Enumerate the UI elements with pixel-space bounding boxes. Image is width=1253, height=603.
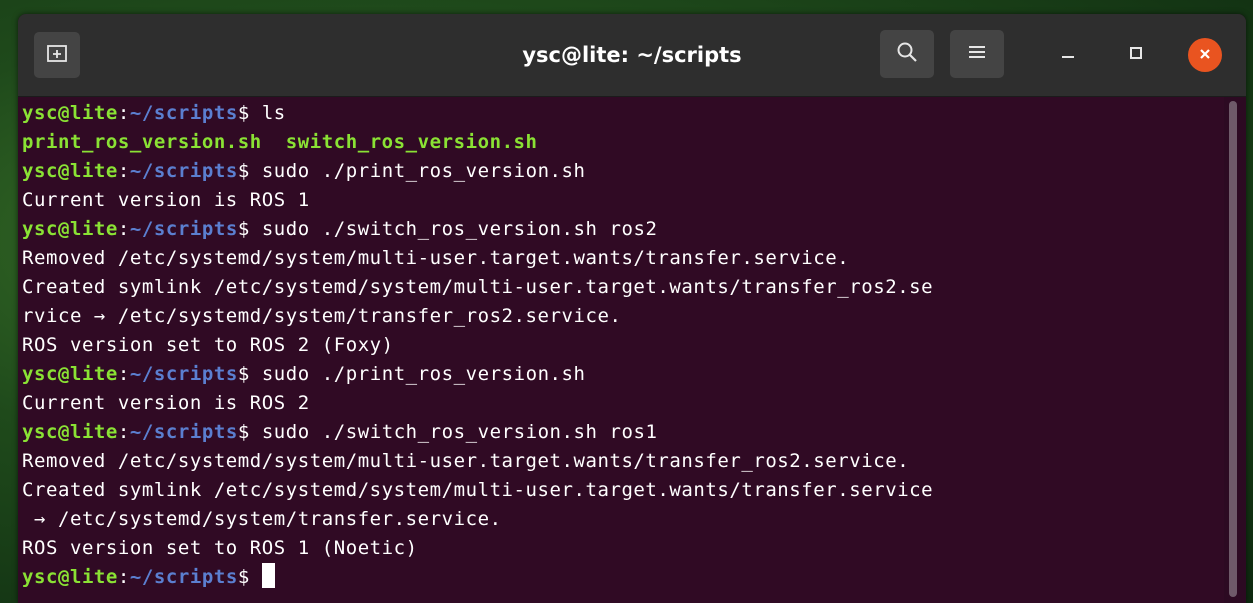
prompt-colon: : (117, 363, 130, 385)
hamburger-menu-icon (968, 44, 986, 64)
minimize-icon (1061, 45, 1075, 64)
output-line: ROS version set to ROS 1 (Noetic) (22, 537, 418, 559)
prompt-line: ysc@lite:~/scripts$ sudo ./print_ros_ver… (22, 360, 1224, 389)
prompt-user-host: ysc@lite (22, 566, 118, 588)
output-line: ROS version set to ROS 2 (Foxy) (22, 334, 394, 356)
prompt-colon: : (117, 160, 130, 182)
command-text: sudo ./print_ros_version.sh (249, 160, 586, 182)
file-list-line: print_ros_version.sh switch_ros_version.… (22, 128, 1224, 157)
output-line: Created symlink /etc/systemd/system/mult… (22, 276, 934, 298)
title-bar[interactable]: ysc@lite: ~/scripts (18, 14, 1246, 97)
prompt-line: ysc@lite:~/scripts$ sudo ./print_ros_ver… (22, 157, 1224, 186)
file-name: switch_ros_version.sh (285, 131, 538, 153)
command-text: sudo ./switch_ros_version.sh ros1 (249, 421, 658, 443)
prompt-dollar: $ (237, 102, 250, 124)
file-name: print_ros_version.sh (22, 131, 262, 153)
output-line: Removed /etc/systemd/system/multi-user.t… (22, 450, 910, 472)
prompt-dollar: $ (237, 421, 250, 443)
close-icon (1198, 46, 1212, 65)
prompt-line: ysc@lite:~/scripts$ sudo ./switch_ros_ve… (22, 418, 1224, 447)
prompt-line: ysc@lite:~/scripts$ (22, 563, 1224, 592)
search-icon (896, 41, 918, 67)
prompt-line: ysc@lite:~/scripts$ sudo ./switch_ros_ve… (22, 215, 1224, 244)
prompt-dollar: $ (237, 160, 250, 182)
output-line: rvice → /etc/systemd/system/transfer_ros… (22, 305, 622, 327)
output-line: → /etc/systemd/system/transfer.service. (22, 508, 502, 530)
text-cursor (261, 563, 275, 588)
output-line: Created symlink /etc/systemd/system/mult… (22, 479, 934, 501)
command-text: sudo ./switch_ros_version.sh ros2 (249, 218, 658, 240)
prompt-path: ~/scripts (129, 566, 238, 588)
prompt-user-host: ysc@lite (22, 160, 118, 182)
prompt-path: ~/scripts (129, 363, 238, 385)
output-line: Removed /etc/systemd/system/multi-user.t… (22, 247, 850, 269)
terminal-window: ysc@lite: ~/scripts ysc@lite:~/scripts$ … (18, 14, 1246, 603)
command-text: ls (249, 102, 286, 124)
command-text (250, 566, 262, 588)
output-line: Current version is ROS 2 (22, 392, 310, 414)
search-button[interactable] (880, 30, 934, 78)
prompt-dollar: $ (237, 566, 250, 588)
prompt-path: ~/scripts (129, 421, 238, 443)
close-button[interactable] (1188, 38, 1222, 72)
prompt-path: ~/scripts (129, 160, 238, 182)
prompt-user-host: ysc@lite (22, 421, 118, 443)
terminal-output[interactable]: ysc@lite:~/scripts$ ls print_ros_version.… (18, 97, 1224, 603)
prompt-dollar: $ (237, 363, 250, 385)
menu-button[interactable] (950, 30, 1004, 78)
maximize-button[interactable] (1116, 34, 1156, 74)
scrollbar[interactable] (1224, 97, 1246, 603)
prompt-user-host: ysc@lite (22, 363, 118, 385)
prompt-path: ~/scripts (129, 218, 238, 240)
prompt-path: ~/scripts (129, 102, 238, 124)
prompt-user-host: ysc@lite (22, 102, 118, 124)
new-tab-icon (46, 43, 68, 67)
prompt-colon: : (117, 218, 130, 240)
scrollbar-thumb[interactable] (1229, 101, 1237, 597)
file-separator (262, 131, 286, 153)
minimize-button[interactable] (1048, 34, 1088, 74)
prompt-colon: : (117, 102, 130, 124)
prompt-dollar: $ (237, 218, 250, 240)
prompt-colon: : (117, 421, 130, 443)
command-text: sudo ./print_ros_version.sh (249, 363, 586, 385)
prompt-user-host: ysc@lite (22, 218, 118, 240)
maximize-icon (1129, 45, 1143, 64)
prompt-colon: : (117, 566, 130, 588)
new-tab-button[interactable] (34, 32, 80, 78)
prompt-line: ysc@lite:~/scripts$ ls (22, 99, 1224, 128)
output-line: Current version is ROS 1 (22, 189, 310, 211)
